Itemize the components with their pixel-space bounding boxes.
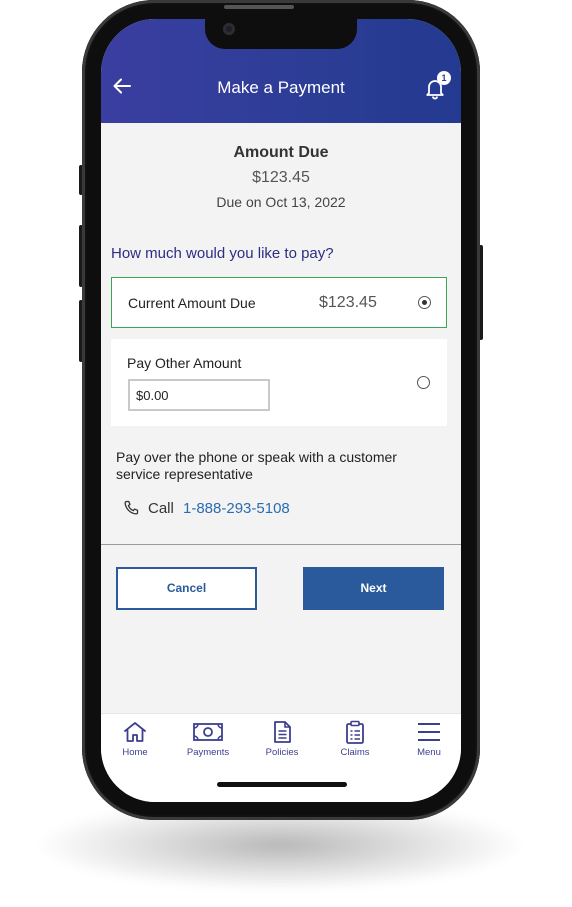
other-amount-radio[interactable] [417,376,430,389]
front-camera [223,23,235,35]
other-amount-option[interactable]: Pay Other Amount [111,339,447,426]
speaker-grille [224,5,294,9]
tab-claims[interactable]: Claims [323,720,387,770]
phone-number-link[interactable]: 1-888-293-5108 [183,500,290,517]
phone-icon [124,500,139,515]
bottom-tab-bar: Home Payments Policies Claims Menu [101,713,461,802]
call-label: Call [148,500,174,517]
tab-policies[interactable]: Policies [250,720,314,770]
page-title: Make a Payment [217,78,345,97]
payment-content: Amount Due $123.45 Due on Oct 13, 2022 H… [101,123,461,713]
policies-icon [274,721,291,743]
current-amount-value: $123.45 [319,294,377,311]
claims-icon [346,720,364,744]
notification-badge: 1 [437,71,451,85]
home-icon [124,722,146,742]
cancel-button[interactable]: Cancel [116,567,257,610]
home-indicator[interactable] [217,782,347,787]
payment-question: How much would you like to pay? [111,245,334,262]
section-divider [101,544,461,545]
tab-home[interactable]: Home [103,720,167,770]
current-amount-label: Current Amount Due [128,295,256,311]
tab-payments-label: Payments [186,747,230,758]
tab-claims-label: Claims [340,747,370,758]
current-amount-option[interactable]: Current Amount Due $123.45 [111,277,447,328]
next-button[interactable]: Next [303,567,444,610]
current-amount-radio[interactable] [418,296,431,309]
menu-icon [418,723,440,741]
payments-icon [193,723,223,741]
amount-due-title: Amount Due [233,144,329,161]
amount-due-value: $123.45 [252,169,310,186]
phone-screen: Make a Payment 1 Amount Due $123.45 Due … [101,19,461,802]
tab-policies-label: Policies [265,747,299,758]
other-amount-input[interactable] [128,379,270,411]
tab-menu[interactable]: Menu [397,720,461,770]
tab-menu-label: Menu [417,747,441,758]
phone-notch [205,19,357,49]
other-amount-label: Pay Other Amount [127,355,242,371]
phone-payment-info: Pay over the phone or speak with a custo… [116,449,397,482]
tab-payments[interactable]: Payments [176,720,240,770]
tab-home-label: Home [122,747,148,758]
due-date: Due on Oct 13, 2022 [216,194,346,210]
